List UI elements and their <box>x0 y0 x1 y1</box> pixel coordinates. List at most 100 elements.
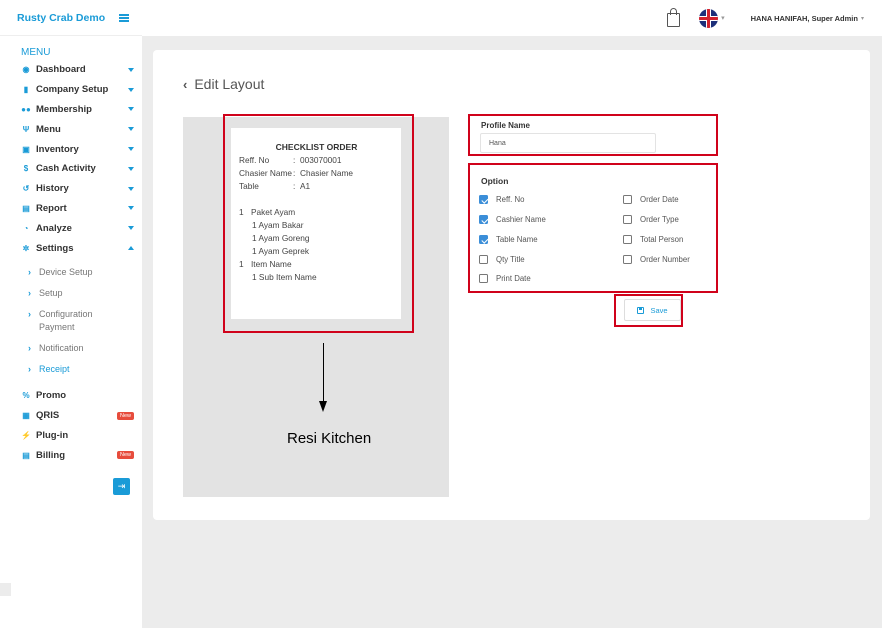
checkbox[interactable] <box>479 235 488 244</box>
save-highlight-box: Save <box>614 294 683 327</box>
sidebar-sub-setup[interactable]: › Setup <box>0 283 142 304</box>
sidebar-item-label: QRIS <box>36 410 60 422</box>
checkbox[interactable] <box>479 255 488 264</box>
checkbox[interactable] <box>623 215 632 224</box>
floppy-disk-icon <box>637 306 645 314</box>
option-cashier-name[interactable]: Cashier Name <box>479 215 546 224</box>
sidebar-item-membership[interactable]: ●● Membership <box>0 100 142 120</box>
uk-flag-icon[interactable] <box>699 8 719 28</box>
sidebar-sub-device-setup[interactable]: › Device Setup <box>0 262 142 283</box>
profile-name-label: Profile Name <box>481 121 530 130</box>
page-title-text: Edit Layout <box>194 76 265 92</box>
option-qty-title[interactable]: Qty Title <box>479 255 525 264</box>
sidebar-item-label: Cash Activity <box>36 163 96 175</box>
save-button[interactable]: Save <box>624 299 681 321</box>
new-badge: New <box>116 451 134 460</box>
sidebar-item-qris[interactable]: ▦ QRIS New <box>0 406 142 426</box>
option-item-label: Reff. No <box>496 195 525 204</box>
option-order-type[interactable]: Order Type <box>623 215 679 224</box>
sidebar-item-label: Settings <box>36 242 74 254</box>
user-name[interactable]: HANA HANIFAH, Super Admin <box>751 14 858 23</box>
sidebar-item-promo[interactable]: % Promo <box>0 386 142 406</box>
dollar-icon: $ <box>23 164 29 174</box>
sidebar-item-history[interactable]: ↺ History <box>0 179 142 199</box>
option-print-date[interactable]: Print Date <box>479 274 531 283</box>
sidebar-item-billing[interactable]: ▤ Billing New <box>0 445 142 465</box>
option-section: Option Reff. No Cashier Name Table Name … <box>468 163 718 293</box>
top-header: ▾ HANA HANIFAH, Super Admin ▾ <box>142 0 882 36</box>
sidebar-item-cash-activity[interactable]: $ Cash Activity <box>0 159 142 179</box>
sidebar-item-settings[interactable]: ✲ Settings <box>0 238 142 258</box>
option-order-date[interactable]: Order Date <box>623 195 679 204</box>
sidebar-item-company-setup[interactable]: ▮ Company Setup <box>0 80 142 100</box>
checkbox[interactable] <box>479 274 488 283</box>
qrcode-icon: ▦ <box>22 411 30 421</box>
option-item-label: Qty Title <box>496 255 525 264</box>
chevron-right-icon: › <box>28 342 31 353</box>
percent-icon: % <box>22 391 30 401</box>
receipt-highlight-box <box>223 114 414 333</box>
sidebar-item-label: Dashboard <box>36 64 86 76</box>
sidebar: Rusty Crab Demo MENU ◉ Dashboard ▮ Compa… <box>0 0 142 628</box>
sidebar-sub-label: Notification <box>39 342 84 353</box>
option-item-label: Print Date <box>496 274 531 283</box>
page-title: ‹ Edit Layout <box>183 76 264 92</box>
chevron-down-icon[interactable]: ▾ <box>861 15 864 22</box>
chevron-down-icon <box>128 206 134 211</box>
sidebar-sub-receipt[interactable]: › Receipt <box>0 359 142 380</box>
file-invoice-icon: ▤ <box>22 450 30 460</box>
chevron-down-icon <box>128 186 134 191</box>
chevron-up-icon <box>128 246 134 251</box>
option-order-number[interactable]: Order Number <box>623 255 690 264</box>
option-item-label: Order Type <box>640 215 679 224</box>
sidebar-item-dashboard[interactable]: ◉ Dashboard <box>0 60 142 80</box>
building-icon: ▮ <box>23 85 29 95</box>
sidebar-item-analyze[interactable]: ◔ Analyze <box>0 218 142 238</box>
option-table-name[interactable]: Table Name <box>479 235 538 244</box>
save-button-label: Save <box>650 305 668 315</box>
checkbox[interactable] <box>479 215 488 224</box>
sidebar-item-report[interactable]: ▤ Report <box>0 199 142 219</box>
sidebar-sub-notification[interactable]: › Notification <box>0 338 142 359</box>
hamburger-icon[interactable] <box>119 13 129 22</box>
chart-pie-icon: ◔ <box>23 223 29 233</box>
shopping-bag-icon[interactable] <box>667 7 681 27</box>
checkbox[interactable] <box>623 255 632 264</box>
sidebar-item-label: Analyze <box>36 222 72 234</box>
chevron-right-icon: › <box>28 266 31 277</box>
option-label: Option <box>481 176 509 186</box>
menu-title: MENU <box>21 47 51 58</box>
chevron-down-icon <box>128 87 134 92</box>
option-total-person[interactable]: Total Person <box>623 235 683 244</box>
chevron-right-icon: › <box>28 363 31 374</box>
annotation-arrow <box>323 343 324 401</box>
checkbox[interactable] <box>623 235 632 244</box>
chevron-left-icon[interactable]: ‹ <box>183 77 187 92</box>
checkbox[interactable] <box>479 195 488 204</box>
new-badge: New <box>116 411 134 420</box>
history-icon: ↺ <box>22 184 30 194</box>
dashboard-icon: ◉ <box>22 65 30 75</box>
sidebar-item-plug-in[interactable]: ⚡ Plug-in <box>0 426 142 446</box>
chevron-down-icon <box>128 147 134 152</box>
sidebar-item-label: History <box>36 183 69 195</box>
chevron-down-icon[interactable]: ▾ <box>721 14 725 22</box>
option-item-label: Order Number <box>640 255 690 264</box>
sidebar-sub-configuration-payment[interactable]: › Configuration Payment <box>0 304 142 338</box>
chevron-down-icon <box>128 166 134 171</box>
option-item-label: Total Person <box>640 235 684 244</box>
option-item-label: Table Name <box>496 235 538 244</box>
logout-button[interactable]: ⇥ <box>113 478 130 495</box>
brand-name[interactable]: Rusty Crab Demo <box>17 12 105 24</box>
chevron-down-icon <box>128 127 134 132</box>
sidebar-item-inventory[interactable]: ▣ Inventory <box>0 139 142 159</box>
chevron-down-icon <box>128 107 134 112</box>
sidebar-item-label: Promo <box>36 390 67 402</box>
option-reff-no[interactable]: Reff. No <box>479 195 524 204</box>
option-item-label: Order Date <box>640 195 679 204</box>
checkbox[interactable] <box>623 195 632 204</box>
profile-name-input[interactable] <box>480 133 656 153</box>
chevron-right-icon: › <box>28 287 31 298</box>
sidebar-item-menu[interactable]: Ψ Menu <box>0 119 142 139</box>
sidebar-item-label: Report <box>36 202 67 214</box>
